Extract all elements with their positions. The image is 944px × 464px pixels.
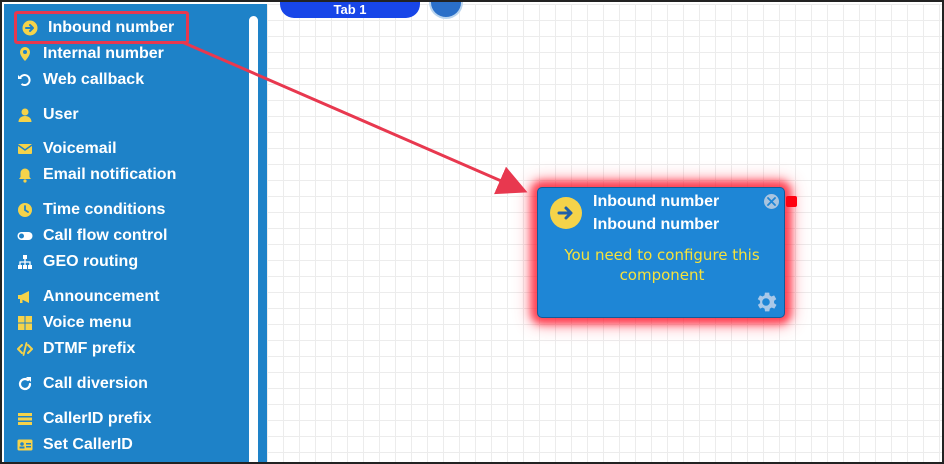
sidebar-item-dtmf-prefix[interactable]: DTMF prefix: [16, 337, 135, 361]
sidebar-item-label: Inbound number: [48, 18, 175, 36]
megaphone-icon: [16, 288, 34, 306]
clock-icon: [16, 201, 34, 219]
sidebar-item-label: GEO routing: [43, 253, 139, 270]
redo-icon: [16, 375, 34, 393]
envelope-icon: [16, 140, 34, 158]
sidebar-item-label: CallerID prefix: [43, 410, 152, 427]
sidebar-item-email-notification[interactable]: Email notification: [16, 163, 176, 187]
sidebar-item-time-conditions[interactable]: Time conditions: [16, 198, 165, 222]
sidebar-item-set-callerid[interactable]: Set CallerID: [16, 433, 133, 457]
user-icon: [16, 106, 34, 124]
sidebar-item-label: Announcement: [43, 288, 160, 305]
sitemap-icon: [16, 253, 34, 271]
sidebar-item-label: Set CallerID: [43, 436, 133, 453]
sidebar-item-voice-menu[interactable]: Voice menu: [16, 311, 132, 335]
grid-icon: [16, 314, 34, 332]
node-config-message: You need to configure this component: [564, 246, 760, 284]
sidebar-item-label: Call diversion: [43, 375, 148, 392]
code-icon: [16, 340, 34, 358]
sidebar-item-user[interactable]: User: [16, 103, 79, 127]
sidebar-item-label: Email notification: [43, 166, 177, 183]
sidebar-item-web-callback[interactable]: Web callback: [16, 68, 144, 92]
map-pin-icon: [16, 45, 34, 63]
app-frame: Inbound number Internal number Web callb…: [0, 0, 944, 464]
tab-button[interactable]: Tab 1: [280, 2, 420, 18]
sidebar-item-label: Voicemail: [43, 140, 117, 157]
sidebar-item-voicemail[interactable]: Voicemail: [16, 137, 117, 161]
sidebar-item-label: Call flow control: [43, 227, 168, 244]
node-output-port[interactable]: [786, 196, 797, 207]
toggle-icon: [16, 227, 34, 245]
node-title: Inbound number: [593, 193, 720, 210]
sidebar-item-label: Internal number: [43, 45, 164, 62]
sidebar-item-call-flow-control[interactable]: Call flow control: [16, 224, 167, 248]
list-icon: [16, 410, 34, 428]
gear-icon[interactable]: [753, 289, 779, 315]
sidebar-item-label: Time conditions: [43, 201, 166, 218]
sidebar-item-label: Web callback: [43, 71, 145, 88]
node-subtitle: Inbound number: [593, 216, 720, 233]
callback-icon: [16, 71, 34, 89]
sidebar-item-geo-routing[interactable]: GEO routing: [16, 250, 138, 274]
bell-icon: [16, 166, 34, 184]
arrow-right-icon: [550, 197, 582, 229]
sidebar-scrollbar[interactable]: [249, 16, 258, 462]
sidebar-item-announcement[interactable]: Announcement: [16, 285, 159, 309]
sidebar-item-label: DTMF prefix: [43, 340, 136, 357]
close-icon[interactable]: [764, 194, 779, 209]
sidebar-item-call-diversion[interactable]: Call diversion: [16, 372, 148, 396]
id-card-icon: [16, 436, 34, 454]
sidebar-item-label: User: [43, 106, 79, 123]
sidebar-item-inbound-number[interactable]: Inbound number: [14, 11, 190, 44]
inbound-number-node[interactable]: Inbound number Inbound number You need t…: [537, 187, 785, 318]
sidebar-item-internal-number[interactable]: Internal number: [16, 42, 164, 66]
sidebar-item-callerid-prefix[interactable]: CallerID prefix: [16, 407, 151, 431]
sidebar-item-label: Voice menu: [43, 314, 132, 331]
circle-arrow-right-icon: [21, 19, 39, 37]
